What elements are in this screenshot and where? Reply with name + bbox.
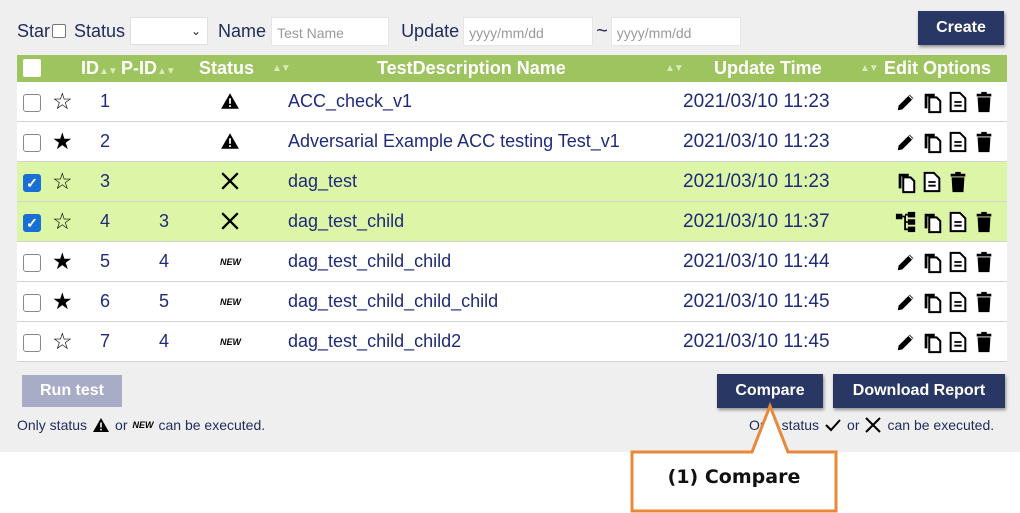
callout-label: (1) Compare (667, 466, 801, 488)
callout-box (630, 401, 838, 513)
